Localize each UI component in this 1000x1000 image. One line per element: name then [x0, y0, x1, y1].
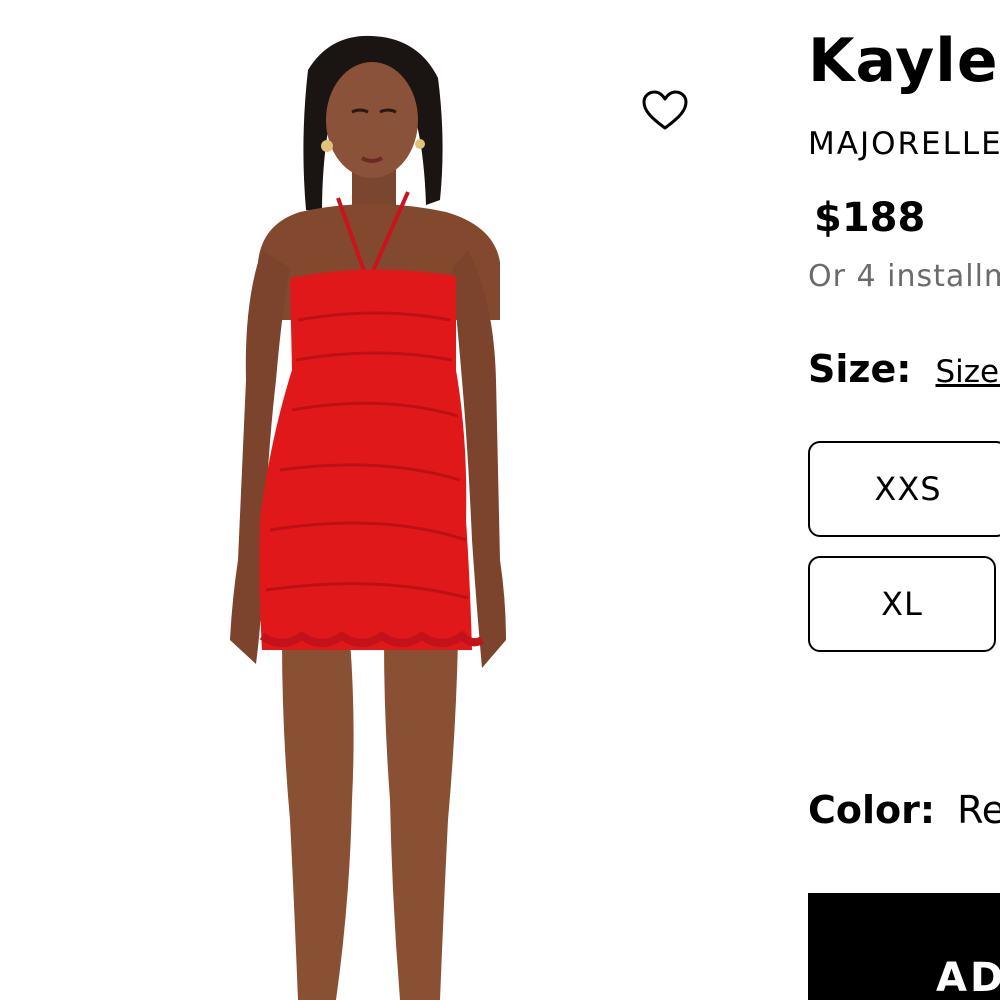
add-to-bag-button[interactable]: ADD TO BAG: [808, 893, 1000, 1000]
installments-text: Or 4 installments: [808, 259, 1000, 294]
color-value: Red: [957, 788, 1000, 832]
size-row: Size: Size Guide: [808, 344, 1000, 402]
product-title: Kaylee: [808, 26, 1000, 96]
product-price: $188: [814, 195, 926, 241]
wishlist-heart-icon[interactable]: [640, 88, 690, 134]
size-option-xl[interactable]: XL: [808, 556, 996, 652]
color-label: Color:: [808, 788, 936, 832]
product-info-panel: Kaylee MAJORELLE $188 Or 4 installments …: [808, 0, 1000, 1000]
add-to-bag-label: ADD TO BAG: [936, 955, 1000, 1000]
product-image: [0, 0, 760, 1000]
size-label: Size:: [808, 347, 912, 391]
size-guide-link[interactable]: Size Guide: [935, 354, 1000, 390]
model-photo-illustration: [230, 35, 506, 1000]
color-row: Color: Red: [808, 785, 1000, 843]
size-option-xxs[interactable]: XXS: [808, 441, 1000, 537]
brand-name[interactable]: MAJORELLE: [808, 124, 1000, 164]
